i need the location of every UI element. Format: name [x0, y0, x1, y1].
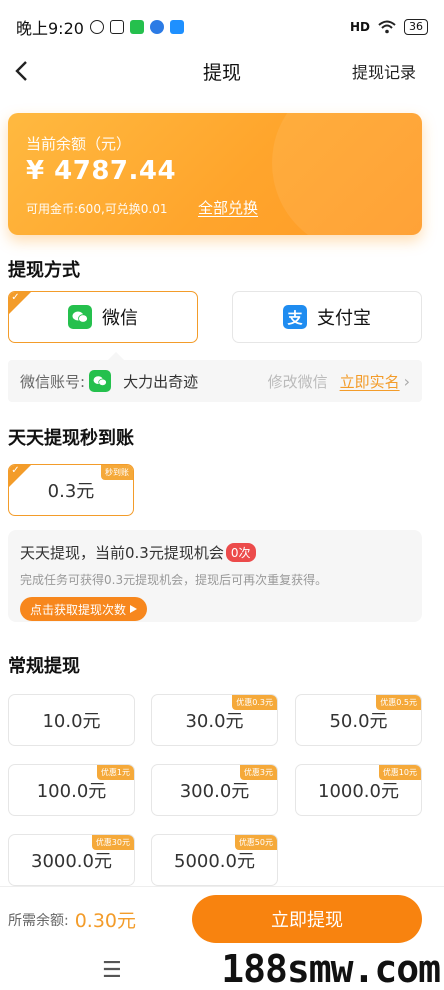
- back-button[interactable]: [6, 56, 36, 86]
- balance-label: 当前余额（元）: [26, 135, 132, 153]
- amount-value: 1000.0元: [318, 781, 399, 802]
- section-title-method: 提现方式: [8, 260, 80, 281]
- chevron-right-icon: ›: [403, 371, 410, 391]
- need-balance-label: 所需余额:: [8, 912, 69, 929]
- balance-card: 当前余额（元） ¥ 4787.44 可用金币:600,可兑换0.01 全部兑换: [8, 113, 422, 235]
- wechat-avatar-icon: [89, 370, 112, 392]
- daily-info-panel: 天天提现，当前0.3元提现机会 0次 完成任务可获得0.3元提现机会，提现后可再…: [8, 530, 422, 622]
- check-icon: ✓: [11, 465, 20, 476]
- amount-option[interactable]: 优惠10元 1000.0元: [295, 764, 422, 816]
- app-notification-icon: [149, 20, 164, 34]
- amount-option[interactable]: 优惠1元 100.0元: [8, 764, 135, 816]
- amount-value: 30.0元: [185, 711, 244, 732]
- discount-tag: 优惠0.3元: [232, 695, 277, 710]
- exchange-all-link[interactable]: 全部兑换: [198, 197, 258, 218]
- realname-link[interactable]: 立即实名: [340, 371, 400, 392]
- amount-option[interactable]: 优惠0.3元 30.0元: [151, 694, 278, 746]
- amount-value: 50.0元: [329, 711, 388, 732]
- amount-value: 100.0元: [36, 781, 107, 802]
- withdraw-record-link[interactable]: 提现记录: [352, 59, 416, 83]
- account-name: 大力出奇迹: [123, 372, 199, 391]
- amount-value: 5000.0元: [174, 851, 255, 872]
- discount-tag: 优惠0.5元: [376, 695, 421, 710]
- get-chances-label: 点击获取提现次数: [30, 602, 127, 617]
- wechat-notification-icon: [129, 20, 144, 34]
- daily-info-line: 天天提现，当前0.3元提现机会 0次: [20, 542, 256, 563]
- cloud-notification-icon: [169, 20, 184, 34]
- daily-desc: 完成任务可获得0.3元提现机会，提现后可再次重复获得。: [20, 573, 328, 587]
- amount-option[interactable]: 10.0元: [8, 694, 135, 746]
- nfc-icon: [109, 20, 124, 34]
- account-row: 微信账号: 大力出奇迹 修改微信 立即实名 ›: [8, 352, 422, 402]
- signal-icon: HD: [349, 20, 370, 34]
- selected-corner: ✓: [9, 465, 31, 487]
- coin-info: 可用金币:600,可兑换0.01: [26, 202, 168, 216]
- need-balance-amount: 0.30元: [74, 910, 137, 932]
- bottom-bar: 所需余额: 0.30元 立即提现: [0, 886, 444, 952]
- method-alipay[interactable]: 支 支付宝: [232, 291, 422, 343]
- alipay-icon: 支: [283, 305, 307, 329]
- amount-option[interactable]: 优惠0.5元 50.0元: [295, 694, 422, 746]
- method-wechat-label: 微信: [102, 308, 138, 329]
- section-title-regular: 常规提现: [8, 656, 80, 677]
- daily-amount-option[interactable]: ✓ 秒到账 0.3元: [8, 464, 134, 516]
- selected-corner: ✓: [9, 292, 31, 314]
- nav-bar: 提现 提现记录: [0, 54, 444, 88]
- check-icon: ✓: [11, 292, 20, 303]
- discount-tag: 优惠50元: [234, 835, 277, 850]
- amount-option[interactable]: 优惠3元 300.0元: [151, 764, 278, 816]
- amount-value: 300.0元: [179, 781, 250, 802]
- chance-badge: 0次: [225, 543, 256, 562]
- amount-value: 10.0元: [42, 711, 101, 732]
- play-arrow-icon: [130, 605, 138, 613]
- menu-icon[interactable]: ☰: [102, 958, 122, 983]
- discount-tag: 优惠1元: [96, 765, 134, 780]
- get-chances-button[interactable]: 点击获取提现次数: [20, 597, 148, 621]
- daily-info-text: 天天提现，当前0.3元提现机会: [20, 544, 224, 562]
- discount-tag: 优惠10元: [378, 765, 421, 780]
- instant-tag: 秒到账: [101, 465, 133, 480]
- withdraw-now-button[interactable]: 立即提现: [192, 895, 422, 943]
- amount-option[interactable]: 优惠30元 3000.0元: [8, 834, 135, 886]
- chevron-left-icon: [15, 61, 27, 81]
- modify-wechat-link[interactable]: 修改微信: [268, 371, 328, 392]
- watermark: 188smw.com: [221, 947, 441, 990]
- account-label: 微信账号:: [20, 372, 86, 391]
- wifi-icon: [378, 20, 396, 34]
- method-wechat[interactable]: ✓ 微信: [8, 291, 198, 343]
- discount-tag: 优惠30元: [91, 835, 134, 850]
- battery-icon: 36: [404, 19, 428, 35]
- balance-amount: ¥ 4787.44: [26, 156, 177, 186]
- daily-amount: 0.3元: [47, 481, 95, 502]
- wechat-icon: [68, 305, 92, 329]
- status-bar: 晚上9:20 HD 36: [0, 0, 444, 54]
- amount-option[interactable]: 优惠50元 5000.0元: [151, 834, 278, 886]
- method-alipay-label: 支付宝: [317, 308, 371, 329]
- amount-value: 3000.0元: [31, 851, 112, 872]
- discount-tag: 优惠3元: [239, 765, 277, 780]
- alarm-icon: [89, 20, 104, 34]
- status-time: 晚上9:20: [16, 19, 84, 38]
- section-title-daily: 天天提现秒到账: [8, 428, 134, 449]
